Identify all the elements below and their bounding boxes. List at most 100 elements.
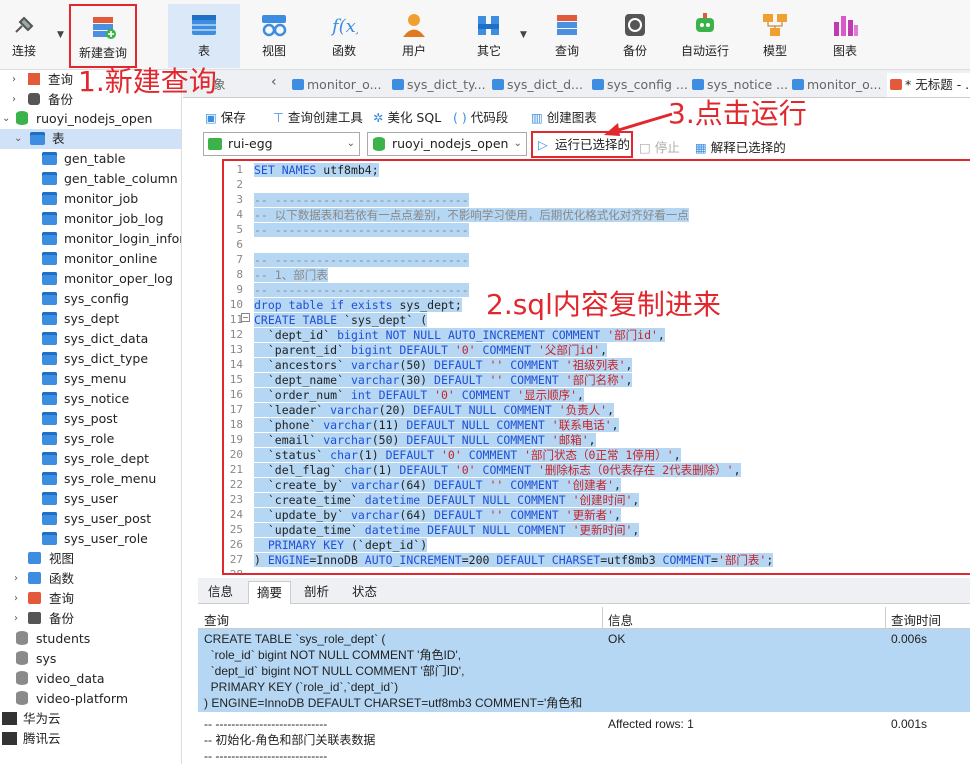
fold-collapse-icon[interactable]: − xyxy=(241,313,250,322)
result-row-selected[interactable]: CREATE TABLE `sys_role_dept` ( `role_id`… xyxy=(198,629,970,712)
tab-monitor[interactable]: monitor_o... xyxy=(289,73,382,97)
table-item[interactable]: gen_table xyxy=(42,149,125,169)
chevron-right-icon[interactable]: › xyxy=(12,90,16,110)
beautify-sql-button[interactable]: ✲ 美化 SQL xyxy=(373,107,441,126)
tree-item-object[interactable]: › 查询 xyxy=(14,589,74,609)
table-item[interactable]: sys_user_role xyxy=(42,529,148,549)
view-icon xyxy=(28,552,41,564)
table-item[interactable]: monitor_job_log xyxy=(42,209,164,229)
functions-button[interactable]: f(x) 函数 xyxy=(316,4,372,68)
tree-item-object[interactable]: › 备份 xyxy=(14,609,74,629)
tab-sys-dict-type[interactable]: sys_dict_ty... xyxy=(389,73,486,97)
tree-item-backup[interactable]: › 备份 xyxy=(12,90,73,110)
code-line: PRIMARY KEY (`dept_id`) xyxy=(254,538,428,553)
snippet-icon: ( ) xyxy=(453,110,471,125)
tree-item-queries[interactable]: › 查询 xyxy=(12,70,73,90)
code-line: drop table if exists sys_dept; xyxy=(254,298,462,312)
table-item[interactable]: monitor_job xyxy=(42,189,138,209)
table-item[interactable]: sys_dict_type xyxy=(42,349,148,369)
database-icon xyxy=(16,671,28,685)
tree-item-object[interactable]: 视图 xyxy=(14,549,74,569)
tree-item-cloud[interactable]: 腾讯云 xyxy=(2,729,61,749)
query-icon xyxy=(28,73,40,85)
code-line: `update_time` datetime DEFAULT NULL COMM… xyxy=(254,523,640,537)
tables-button[interactable]: 表 xyxy=(168,4,240,68)
code-line: `parent_id` bigint DEFAULT '0' COMMENT '… xyxy=(254,343,608,357)
code-line: `leader` varchar(20) DEFAULT NULL COMMEN… xyxy=(254,403,615,417)
table-icon xyxy=(42,312,57,325)
queries-button[interactable]: 查询 xyxy=(540,4,594,68)
table-item[interactable]: sys_user_post xyxy=(42,509,151,529)
code-line: `email` varchar(50) DEFAULT NULL COMMENT… xyxy=(254,433,596,447)
save-button[interactable]: ▣ 保存 xyxy=(205,107,246,126)
line-number: 22 xyxy=(229,478,243,491)
automation-button[interactable]: 自动运行 xyxy=(676,4,734,68)
table-icon xyxy=(42,212,57,225)
chevron-right-icon[interactable]: › xyxy=(14,569,18,589)
table-item[interactable]: sys_role_dept xyxy=(42,449,149,469)
others-dropdown-arrow[interactable]: ▼ xyxy=(520,30,527,40)
tab-scroll-left-icon[interactable]: ‹ xyxy=(271,74,277,90)
connect-button[interactable]: 连接 xyxy=(2,4,46,68)
table-item[interactable]: sys_dept xyxy=(42,309,119,329)
table-item[interactable]: monitor_oper_log xyxy=(42,269,173,289)
new-query-button[interactable]: 新建查询 xyxy=(69,4,137,68)
connection-select[interactable]: rui-egg ⌄ xyxy=(203,132,360,156)
table-item[interactable]: gen_table_column xyxy=(42,169,178,189)
result-row[interactable]: -- ---------------------------- -- 初始化-角… xyxy=(198,712,970,764)
model-button[interactable]: 模型 xyxy=(748,4,802,68)
chevron-right-icon[interactable]: › xyxy=(12,70,16,90)
table-item[interactable]: sys_role xyxy=(42,429,114,449)
table-item[interactable]: sys_notice xyxy=(42,389,129,409)
table-item[interactable]: sys_menu xyxy=(42,369,126,389)
code-line: `ancestors` varchar(50) DEFAULT '' COMME… xyxy=(254,358,633,372)
table-item[interactable]: monitor_login_infor xyxy=(42,229,181,249)
tree-item-object[interactable]: › 函数 xyxy=(14,569,74,589)
chart-button[interactable]: 图表 xyxy=(818,4,872,68)
table-icon xyxy=(42,232,57,245)
table-item[interactable]: sys_config xyxy=(42,289,129,309)
line-number: 18 xyxy=(229,418,243,431)
table-item[interactable]: sys_role_menu xyxy=(42,469,156,489)
tab-status[interactable]: 状态 xyxy=(344,581,385,604)
tree-item-tables[interactable]: ⌄ 表 xyxy=(0,129,181,149)
others-button[interactable]: 其它 xyxy=(462,4,516,68)
tree-item-database[interactable]: sys xyxy=(16,649,56,669)
create-chart-button[interactable]: ▥ 创建图表 xyxy=(531,107,597,126)
database-icon xyxy=(16,691,28,705)
tab-info[interactable]: 信息 xyxy=(200,581,241,604)
sql-editor[interactable]: 1 2 3 4 5 6 7 8 9 10 11 12 13 14 15 16 17 18 19 20 21 22 23 24 2… xyxy=(222,159,970,575)
tab-sys-dict-data[interactable]: sys_dict_d... xyxy=(489,73,583,97)
code-line: -- ---------------------------- xyxy=(254,283,469,297)
tab-profile[interactable]: 剖析 xyxy=(296,581,337,604)
chevron-right-icon[interactable]: › xyxy=(14,609,18,629)
tree-item-database[interactable]: students xyxy=(16,629,90,649)
tree-item-database[interactable]: video_data xyxy=(16,669,105,689)
save-icon: ▣ xyxy=(205,110,221,125)
backup-icon xyxy=(28,612,41,624)
navigation-tree: › 查询 › 备份 ⌄ ruoyi_nodejs_open ⌄ 表 gen_table g… xyxy=(0,70,182,764)
connect-dropdown-arrow[interactable]: ▼ xyxy=(57,30,64,40)
annotation-paste-sql: 2.sql内容复制进来 xyxy=(486,288,721,321)
table-icon xyxy=(42,292,57,305)
query-builder-button[interactable]: ⊤ 查询创建工具 xyxy=(273,107,363,126)
chevron-right-icon[interactable]: › xyxy=(14,589,18,609)
views-button[interactable]: 视图 xyxy=(246,4,302,68)
tree-item-cloud[interactable]: 华为云 xyxy=(2,709,61,729)
table-item[interactable]: monitor_online xyxy=(42,249,157,269)
table-item[interactable]: sys_post xyxy=(42,409,118,429)
chevron-down-icon[interactable]: ⌄ xyxy=(14,129,22,149)
stop-button[interactable]: □ 停止 xyxy=(639,137,680,156)
database-select[interactable]: ruoyi_nodejs_open ⌄ xyxy=(367,132,527,156)
table-item[interactable]: sys_dict_data xyxy=(42,329,148,349)
backup-button[interactable]: 备份 xyxy=(608,4,662,68)
table-item[interactable]: sys_user xyxy=(42,489,118,509)
explain-selected-button[interactable]: ▦ 解释已选择的 xyxy=(695,137,786,156)
tab-summary[interactable]: 摘要 xyxy=(248,581,292,604)
code-snippet-button[interactable]: ( ) 代码段 xyxy=(453,107,508,126)
users-button[interactable]: 用户 xyxy=(386,4,442,68)
chevron-down-icon[interactable]: ⌄ xyxy=(2,109,10,129)
tree-item-database[interactable]: video-platform xyxy=(16,689,128,709)
tab-untitled-query[interactable]: * 无标题 - ... xyxy=(887,73,970,97)
tree-item-database[interactable]: ⌄ ruoyi_nodejs_open xyxy=(2,109,152,129)
